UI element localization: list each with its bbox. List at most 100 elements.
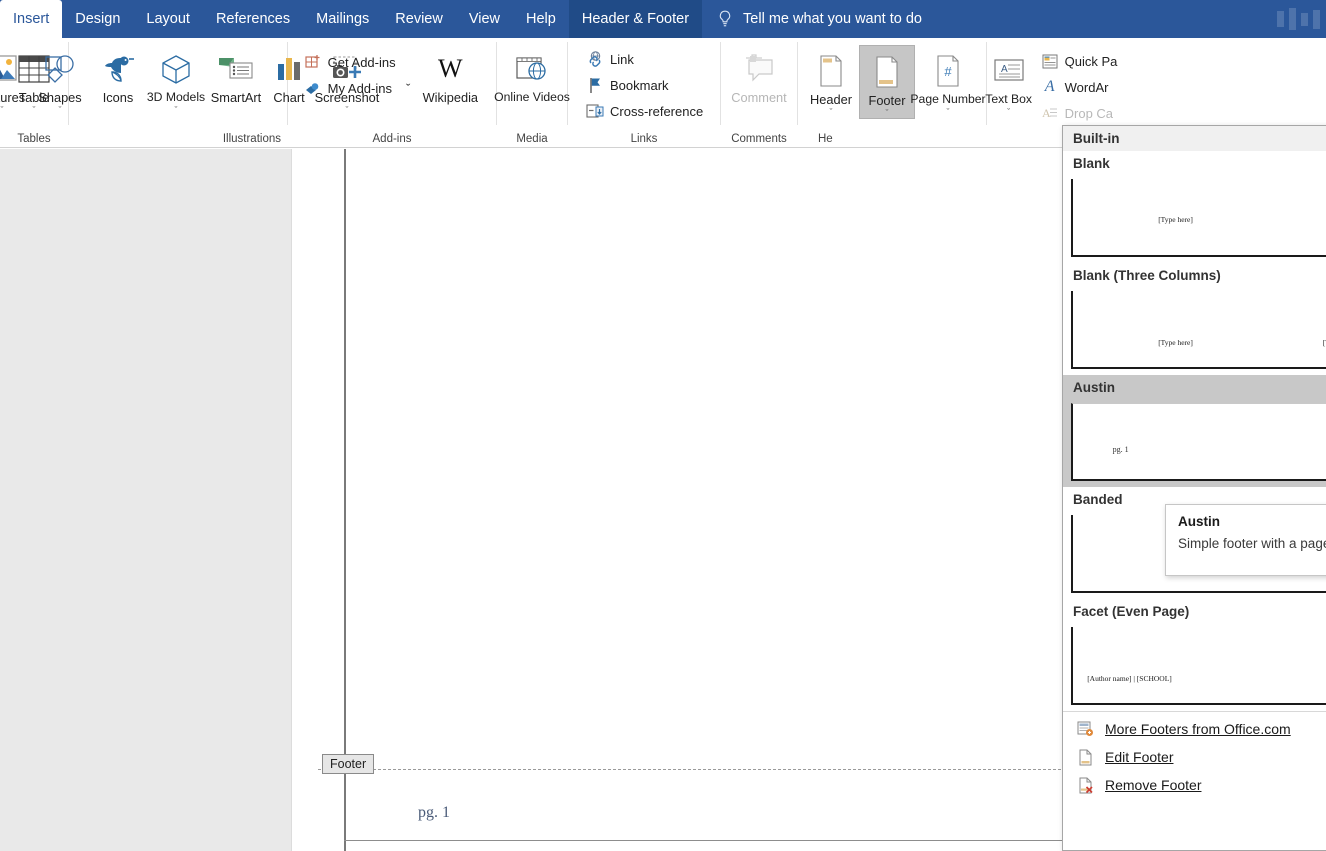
pictures-dropdown-caret[interactable]: ˇ: [1, 106, 4, 115]
tell-me-label: Tell me what you want to do: [743, 11, 922, 27]
footer-page-text[interactable]: pg. 1: [418, 804, 450, 822]
bookmark-button[interactable]: Bookmark: [581, 72, 674, 98]
link-button[interactable]: Link: [581, 46, 639, 72]
austin-tooltip: Austin Simple footer with a page b: [1165, 504, 1326, 576]
tab-header-footer[interactable]: Header & Footer: [569, 0, 702, 38]
edit-footer-command[interactable]: Edit Footer: [1063, 743, 1326, 771]
my-addins-dropdown-caret[interactable]: ˇ: [406, 81, 410, 96]
page-number-dropdown-caret[interactable]: ˇ: [947, 108, 950, 117]
header-icon: [816, 49, 846, 93]
text-box-button[interactable]: A Text Box ˇ: [982, 45, 1036, 117]
shapes-button[interactable]: Shapes ˇ: [31, 43, 89, 115]
gallery-item-facet-even-page[interactable]: Facet (Even Page) [Author name] | [SCHOO…: [1063, 599, 1326, 711]
footer-preview: [Type here]: [1071, 179, 1326, 257]
footer-button[interactable]: Footer ˇ: [859, 45, 915, 119]
decorative-watermark: [1277, 0, 1320, 38]
footer-gallery-dropdown[interactable]: Built-in Blank [Type here] Blank (Three …: [1062, 125, 1326, 851]
wikipedia-button[interactable]: W Wikipedia: [415, 43, 485, 105]
drop-cap-label: Drop Ca: [1065, 106, 1113, 121]
header-dropdown-caret[interactable]: ˇ: [830, 108, 833, 117]
3d-models-button[interactable]: 3D Models ˇ: [147, 43, 205, 115]
my-addins-button[interactable]: My Add-ins ˇ: [299, 75, 416, 101]
ribbon-group-header-footer: Header ˇ Footer ˇ: [798, 38, 986, 147]
page-number-label: Page Number: [910, 93, 985, 107]
smartart-label: SmartArt: [211, 91, 261, 105]
gallery-item-blank-thumb[interactable]: [Type here]: [1063, 176, 1326, 263]
wordart-button[interactable]: A WordAr: [1036, 74, 1123, 100]
word-window: Insert Design Layout References Mailings…: [0, 0, 1326, 851]
group-label-tables: Tables: [0, 133, 68, 145]
remove-footer-command[interactable]: Remove Footer: [1063, 771, 1326, 799]
svg-text:A: A: [1001, 64, 1008, 75]
icons-button[interactable]: Icons: [89, 43, 147, 105]
tab-references[interactable]: References: [203, 0, 303, 38]
wikipedia-label: Wikipedia: [423, 91, 478, 105]
gallery-item-austin[interactable]: Austin pg. 1: [1063, 375, 1326, 487]
gallery-item-facet-even-page-thumb[interactable]: [Author name] | [SCHOOL]: [1063, 624, 1326, 711]
pictures-icon: [0, 47, 19, 91]
get-addins-label: Get Add-ins: [328, 55, 396, 70]
tab-layout[interactable]: Layout: [133, 0, 203, 38]
link-icon: [586, 50, 604, 68]
comment-button: Comment: [725, 43, 793, 105]
pictures-button[interactable]: Pictures ˇ: [0, 43, 31, 115]
shapes-dropdown-caret[interactable]: ˇ: [59, 106, 62, 115]
footer-preview: [Author name] | [SCHOOL]: [1071, 627, 1326, 705]
more-footers-command[interactable]: More Footers from Office.com: [1063, 715, 1326, 743]
icons-label: Icons: [103, 91, 134, 105]
more-footers-icon: [1075, 719, 1095, 739]
text-box-label: Text Box: [985, 93, 1032, 107]
smartart-button[interactable]: SmartArt: [205, 43, 267, 105]
page-number-button[interactable]: # Page Number ˇ: [915, 45, 981, 117]
header-button[interactable]: Header ˇ: [803, 45, 859, 117]
gallery-item-blank[interactable]: Blank [Type here]: [1063, 151, 1326, 263]
tab-review[interactable]: Review: [382, 0, 456, 38]
cross-reference-button[interactable]: Cross-reference: [581, 98, 708, 124]
tab-design[interactable]: Design: [62, 0, 133, 38]
navigation-pane: [0, 149, 292, 851]
gallery-item-austin-thumb[interactable]: pg. 1: [1063, 400, 1326, 487]
gallery-item-blank-three-columns[interactable]: Blank (Three Columns) [Type here] [Type …: [1063, 263, 1326, 375]
gallery-item-blank-three-columns-label: Blank (Three Columns): [1063, 263, 1326, 288]
gallery-item-blank-label: Blank: [1063, 151, 1326, 176]
group-label-comments: Comments: [721, 133, 797, 145]
header-label: Header: [810, 93, 852, 107]
online-videos-icon: [514, 47, 550, 91]
shapes-label: Shapes: [38, 91, 81, 105]
tab-help[interactable]: Help: [513, 0, 569, 38]
pictures-label: Pictures: [0, 91, 25, 105]
tell-me-search[interactable]: Tell me what you want to do: [702, 0, 936, 38]
group-label-addins: Add-ins: [288, 133, 496, 145]
group-label-illustrations: Illustrations: [223, 133, 281, 145]
3d-models-dropdown-caret[interactable]: ˇ: [175, 106, 178, 115]
gallery-item-blank-three-columns-thumb[interactable]: [Type here] [Type here]: [1063, 288, 1326, 375]
tab-insert[interactable]: Insert: [0, 0, 62, 38]
footer-area-tag: Footer: [322, 754, 374, 774]
footer-dropdown-caret[interactable]: ˇ: [886, 109, 889, 118]
text-box-dropdown-caret[interactable]: ˇ: [1007, 108, 1010, 117]
ribbon-tab-bar: Insert Design Layout References Mailings…: [0, 0, 1326, 38]
online-videos-button[interactable]: Online Videos: [501, 43, 563, 105]
tab-view[interactable]: View: [456, 0, 513, 38]
quick-parts-button[interactable]: Quick Pa: [1036, 48, 1123, 74]
lightbulb-icon: [718, 10, 734, 28]
3d-models-icon: [159, 47, 193, 91]
tooltip-title: Austin: [1178, 514, 1326, 529]
placeholder-text: [Type here]: [1158, 338, 1193, 347]
edit-footer-icon: [1075, 747, 1095, 767]
drop-cap-icon: A: [1041, 104, 1059, 122]
smartart-icon: [216, 47, 256, 91]
get-addins-button[interactable]: Get Add-ins: [299, 49, 416, 75]
quick-parts-label: Quick Pa: [1065, 54, 1118, 69]
tab-mailings[interactable]: Mailings: [303, 0, 382, 38]
comment-icon: [742, 47, 776, 91]
comment-label: Comment: [731, 91, 786, 105]
ribbon-group-addins: Get Add-ins My Add-ins ˇ: [288, 38, 496, 147]
gallery-header-built-in: Built-in: [1063, 126, 1326, 151]
footer-preview: [Type here] [Type here]: [1071, 291, 1326, 369]
cross-reference-label: Cross-reference: [610, 104, 703, 119]
tooltip-description: Simple footer with a page b: [1178, 536, 1326, 551]
text-box-icon: A: [992, 49, 1026, 93]
svg-text:#: #: [944, 64, 952, 79]
cross-reference-icon: [586, 102, 604, 120]
